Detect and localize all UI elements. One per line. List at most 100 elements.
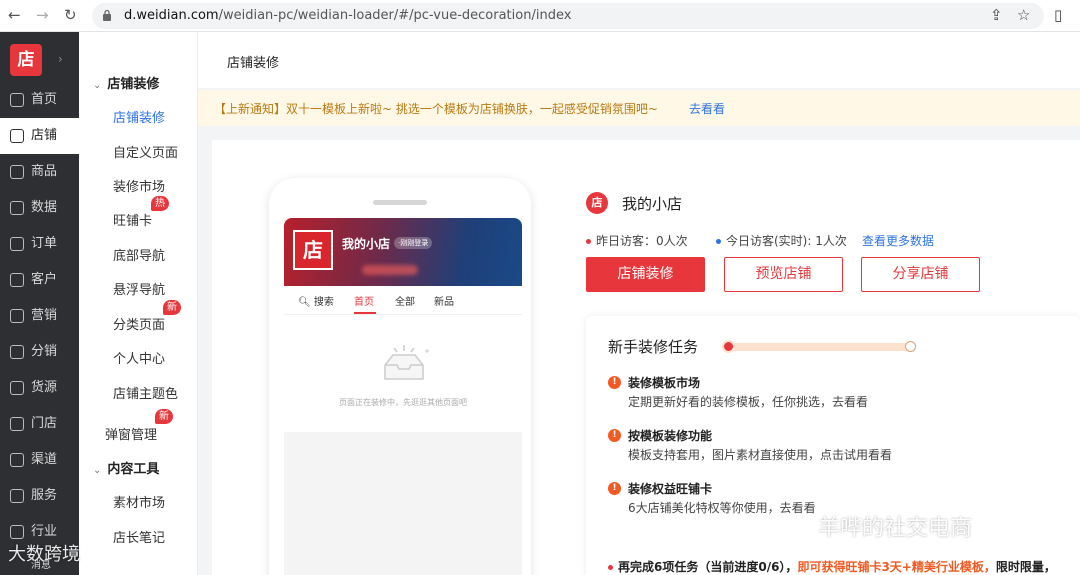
sidebar-item-services[interactable]: 服务 bbox=[0, 478, 79, 514]
shop-logo: 店 bbox=[293, 230, 333, 270]
main-sidebar: 店 › 首页 店铺 商品 数据 订单 客户 营销 分销 货源 门店 渠道 服务 … bbox=[0, 32, 79, 575]
alert-icon: ! bbox=[608, 482, 621, 495]
chevron-right-icon[interactable]: › bbox=[58, 52, 63, 66]
user-icon bbox=[10, 273, 24, 287]
browser-toolbar: ← → ↻ d.weidian.com/weidian-pc/weidian-l… bbox=[0, 0, 1080, 32]
chart-icon bbox=[10, 201, 24, 215]
today-visitors: 今日访客(实时): 1人次 bbox=[716, 232, 847, 249]
submenu-item-personal-center[interactable]: 个人中心 bbox=[113, 348, 165, 367]
progress-start-knob bbox=[722, 340, 735, 353]
sidebar-item-distribution[interactable]: 分销 bbox=[0, 334, 79, 370]
alert-icon: ! bbox=[608, 429, 621, 442]
sidebar-item-products[interactable]: 商品 bbox=[0, 154, 79, 190]
hot-badge: 热 bbox=[151, 196, 169, 211]
tasks-footer: 再完成6项任务（当前进度0/6），即可获得旺铺卡3天+精美行业模板，限时限量， bbox=[608, 558, 1056, 575]
submenu-group-decoration[interactable]: ⌄ 店铺装修 bbox=[93, 73, 159, 92]
bag-icon bbox=[10, 165, 24, 179]
sidebar-item-marketing[interactable]: 营销 bbox=[0, 298, 79, 334]
phone-shop-name: 我的小店 bbox=[342, 237, 391, 251]
sidebar-item-stores[interactable]: 门店 bbox=[0, 406, 79, 442]
chevron-down-icon: ⌄ bbox=[93, 465, 102, 476]
page-header: 店铺装修 bbox=[198, 32, 1080, 88]
app-logo: 店 bbox=[10, 44, 42, 76]
submenu-item-owner-notes[interactable]: 店长笔记 bbox=[113, 527, 165, 546]
search-icon: 🔍︎ bbox=[298, 297, 311, 308]
notice-link[interactable]: 去看看 bbox=[689, 100, 725, 117]
megaphone-icon bbox=[10, 309, 24, 323]
sidebar-item-supply[interactable]: 货源 bbox=[0, 370, 79, 406]
share-icon[interactable]: ⇪ bbox=[990, 6, 1003, 24]
decorate-button[interactable]: 店铺装修 bbox=[586, 257, 705, 292]
red-dot-icon bbox=[586, 239, 591, 244]
progress-end-knob bbox=[905, 341, 916, 352]
chevron-down-icon: ⌄ bbox=[93, 80, 102, 91]
notice-text: 【上新通知】双十一模板上新啦~ 挑选一个模板为店铺换肤，一起感受促销氛围吧~ bbox=[214, 102, 658, 116]
sidebar-item-home[interactable]: 首页 bbox=[0, 82, 79, 118]
submenu-item-material-market[interactable]: 素材市场 bbox=[113, 492, 165, 511]
bookmark-star-icon[interactable]: ☆ bbox=[1017, 6, 1030, 24]
submenu-item-decoration[interactable]: 店铺装修 bbox=[113, 107, 165, 126]
page-title: 店铺装修 bbox=[227, 56, 280, 71]
submenu-item-category-page[interactable]: 分类页面 bbox=[113, 314, 165, 333]
channel-icon bbox=[10, 453, 24, 467]
shop-icon bbox=[10, 417, 24, 431]
phone-speaker bbox=[373, 200, 427, 205]
tasks-title: 新手装修任务 bbox=[608, 338, 699, 356]
url-text: d.weidian.com/weidian-pc/weidian-loader/… bbox=[124, 8, 572, 23]
new-badge: 新 bbox=[155, 409, 173, 424]
industry-icon bbox=[10, 525, 24, 539]
main-content: 店铺装修 【上新通知】双十一模板上新啦~ 挑选一个模板为店铺换肤，一起感受促销氛… bbox=[198, 32, 1080, 575]
submenu-item-theme-color[interactable]: 店铺主题色 bbox=[113, 383, 178, 402]
preview-button[interactable]: 预览店铺 bbox=[724, 257, 843, 292]
empty-state-text: 页面正在装修中，先逛逛其他页面吧 bbox=[339, 398, 467, 407]
phone-tab-all[interactable]: 全部 bbox=[395, 293, 415, 308]
phone-search-tab[interactable]: 🔍︎ 搜索 bbox=[298, 293, 334, 308]
sidebar-item-store[interactable]: 店铺 bbox=[0, 118, 79, 154]
new-badge: 新 bbox=[163, 300, 181, 315]
heart-icon bbox=[10, 489, 24, 503]
alert-icon: ! bbox=[608, 376, 621, 389]
empty-box-icon bbox=[384, 345, 429, 380]
submenu-item-float-nav[interactable]: 悬浮导航 bbox=[113, 279, 165, 298]
shop-icon: 店 bbox=[586, 192, 608, 214]
home-icon bbox=[10, 93, 24, 107]
order-icon bbox=[10, 237, 24, 251]
submenu-item-custom-page[interactable]: 自定义页面 bbox=[113, 142, 178, 161]
forward-icon[interactable]: → bbox=[36, 6, 49, 24]
submenu-item-template-market[interactable]: 装修市场 bbox=[113, 176, 165, 195]
tasks-progress-bar bbox=[722, 340, 916, 353]
share-button[interactable]: 分享店铺 bbox=[861, 257, 980, 292]
submenu-item-shop-card[interactable]: 旺铺卡 bbox=[113, 210, 152, 229]
submenu-item-bottom-nav[interactable]: 底部导航 bbox=[113, 245, 165, 264]
blurred-info bbox=[362, 265, 418, 275]
yesterday-visitors: 昨日访客：0人次 bbox=[586, 232, 688, 249]
watermark-right: 羊哔的社交电商 bbox=[818, 516, 973, 541]
sidebar-item-customers[interactable]: 客户 bbox=[0, 262, 79, 298]
red-dot-icon bbox=[608, 565, 613, 570]
reload-icon[interactable]: ↻ bbox=[64, 6, 77, 24]
phone-tabs: 🔍︎ 搜索 首页 全部 新品 bbox=[284, 286, 522, 314]
login-tag: ·刚刚登录 bbox=[394, 237, 433, 249]
watermark-left: 大数跨境 bbox=[8, 544, 80, 565]
phone-tab-home[interactable]: 首页 bbox=[354, 293, 374, 308]
phone-body: 页面正在装修中，先逛逛其他页面吧 bbox=[284, 314, 522, 432]
store-icon bbox=[10, 129, 24, 143]
phone-screen: 店 我的小店 ·刚刚登录 🔍︎ 搜索 首页 全部 新品 页面正在装修中，先逛逛其… bbox=[284, 218, 522, 575]
submenu-item-popup-mgmt[interactable]: 弹窗管理 bbox=[105, 424, 157, 443]
more-data-link[interactable]: 查看更多数据 bbox=[862, 232, 934, 249]
address-bar[interactable]: d.weidian.com/weidian-pc/weidian-loader/… bbox=[92, 3, 1044, 29]
submenu-group-content-tools[interactable]: ⌄ 内容工具 bbox=[93, 458, 159, 477]
store-submenu: ⌄ 店铺装修 店铺装修 自定义页面 装修市场 旺铺卡 热 底部导航 悬浮导航 新 … bbox=[79, 32, 198, 575]
phone-tab-new[interactable]: 新品 bbox=[434, 293, 454, 308]
blue-dot-icon bbox=[716, 239, 721, 244]
lock-icon bbox=[103, 9, 111, 21]
sidebar-item-orders[interactable]: 订单 bbox=[0, 226, 79, 262]
notice-bar: 【上新通知】双十一模板上新啦~ 挑选一个模板为店铺换肤，一起感受促销氛围吧~ 去… bbox=[198, 90, 1080, 126]
supply-icon bbox=[10, 381, 24, 395]
shop-banner: 店 我的小店 ·刚刚登录 bbox=[284, 218, 522, 286]
sidepanel-icon[interactable]: ▯ bbox=[1054, 6, 1062, 24]
sidebar-item-data[interactable]: 数据 bbox=[0, 190, 79, 226]
phone-preview: 店 我的小店 ·刚刚登录 🔍︎ 搜索 首页 全部 新品 页面正在装修中，先逛逛其… bbox=[269, 178, 531, 575]
back-icon[interactable]: ← bbox=[8, 6, 21, 24]
sidebar-item-channels[interactable]: 渠道 bbox=[0, 442, 79, 478]
